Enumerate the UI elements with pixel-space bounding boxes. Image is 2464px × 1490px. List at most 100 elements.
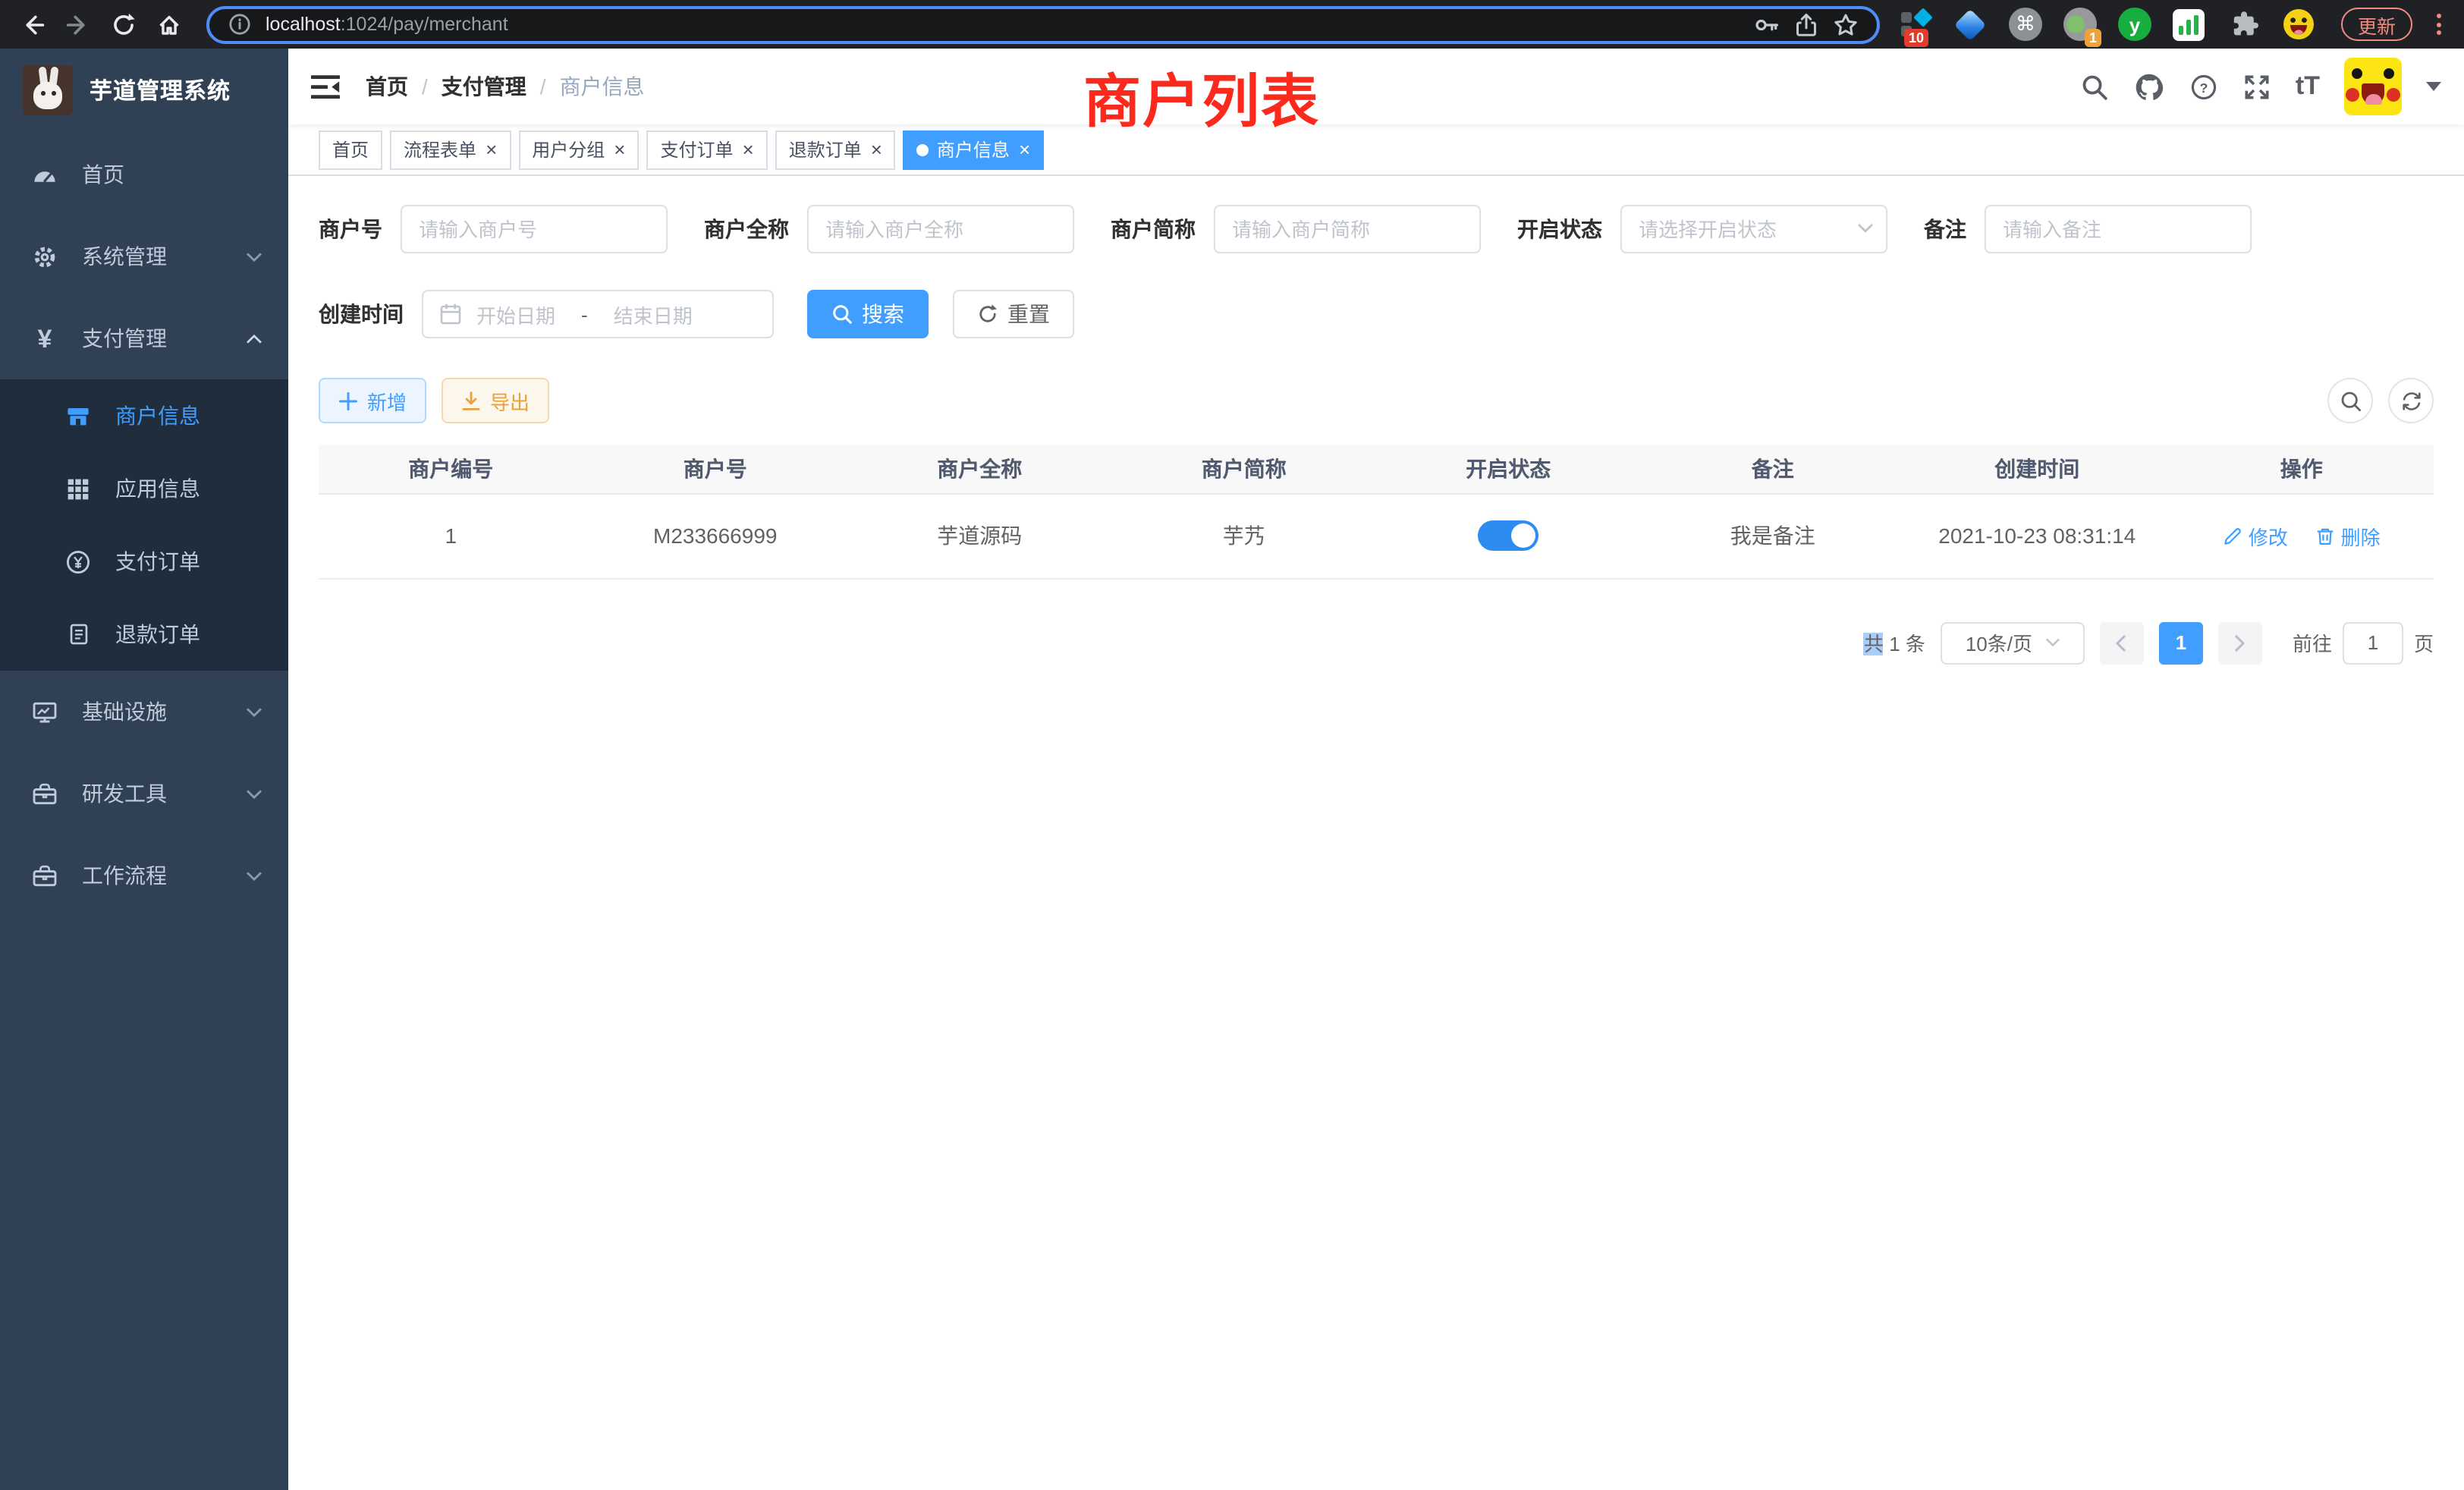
add-button[interactable]: 新增 (319, 378, 426, 423)
short-name-input[interactable] (1214, 205, 1481, 253)
status-select[interactable] (1620, 205, 1887, 253)
filter-form-row-1: 商户号 商户全称 商户简称 开启状态 (319, 205, 2434, 253)
status-select-input[interactable] (1620, 205, 1887, 253)
close-icon[interactable]: × (612, 140, 625, 159)
browser-reload-button[interactable] (103, 5, 143, 44)
home-icon (156, 11, 181, 37)
col-merchant-no: 商户号 (583, 445, 848, 493)
password-key-icon[interactable] (1754, 11, 1780, 37)
extension-command-icon[interactable]: ⌘ (2007, 6, 2044, 42)
extension-diamond-tiles-icon[interactable]: 10 (1898, 6, 1934, 42)
sidebar-item-payment[interactable]: ¥ 支付管理 (0, 297, 288, 379)
extension-badge: 1 (2085, 29, 2101, 47)
create-time-range-picker[interactable]: 开始日期 - 结束日期 (422, 290, 774, 338)
page-size-select[interactable]: 10条/页 (1941, 621, 2085, 664)
yen-icon: ¥ (30, 325, 59, 351)
active-tab-dot (917, 143, 929, 156)
sidebar-item-refund-orders[interactable]: 退款订单 (0, 598, 288, 671)
breadcrumb-home[interactable]: 首页 (366, 71, 408, 102)
breadcrumb: 首页 / 支付管理 / 商户信息 (366, 71, 645, 102)
search-icon[interactable] (2080, 72, 2109, 101)
reset-button[interactable]: 重置 (953, 290, 1074, 338)
search-icon (2339, 389, 2362, 412)
plus-icon (338, 391, 358, 410)
tab-merchant-info[interactable]: 商户信息 × (904, 130, 1044, 169)
bookmark-star-icon[interactable] (1833, 11, 1859, 37)
trash-icon (2315, 526, 2335, 545)
merchant-no-input[interactable] (401, 205, 668, 253)
full-name-label: 商户全称 (704, 214, 789, 244)
date-start-placeholder: 开始日期 (476, 300, 555, 328)
extension-gem-icon[interactable] (1953, 6, 1989, 42)
browser-back-button[interactable] (12, 5, 52, 44)
breadcrumb-current: 商户信息 (560, 71, 645, 102)
col-merchant-id: 商户编号 (319, 445, 583, 493)
cell-actions: 修改 删除 (2170, 493, 2434, 578)
sidebar-item-home[interactable]: 首页 (0, 134, 288, 215)
close-icon[interactable]: × (1017, 140, 1030, 159)
cell-short-name: 芋艿 (1112, 493, 1377, 578)
shop-icon (64, 403, 93, 429)
tab-user-group[interactable]: 用户分组 × (518, 130, 639, 169)
close-icon[interactable]: × (741, 140, 754, 159)
show-search-button[interactable] (2327, 378, 2373, 423)
full-name-input[interactable] (807, 205, 1074, 253)
browser-home-button[interactable] (149, 5, 188, 44)
refresh-icon (2400, 389, 2422, 412)
next-page-button[interactable] (2218, 621, 2262, 664)
browser-profile-avatar[interactable] (2280, 6, 2317, 42)
font-size-icon[interactable]: tT (2296, 71, 2320, 102)
url-bar[interactable]: localhost:1024/pay/merchant (206, 5, 1880, 43)
sidebar-logo[interactable]: 芋道管理系统 (0, 49, 288, 130)
edit-link[interactable]: 修改 (2223, 521, 2288, 550)
avatar-dropdown-caret[interactable] (2426, 82, 2441, 91)
tab-pay-orders[interactable]: 支付订单 × (646, 130, 767, 169)
short-name-label: 商户简称 (1111, 214, 1196, 244)
extension-chart-icon[interactable] (2171, 6, 2208, 42)
browser-forward-button[interactable] (58, 5, 97, 44)
sidebar-item-system[interactable]: 系统管理 (0, 215, 288, 297)
refresh-button[interactable] (2388, 378, 2434, 423)
pagination-total: 共 1 条 (1864, 628, 1925, 657)
tab-refund-orders[interactable]: 退款订单 × (775, 130, 896, 169)
sidebar-item-merchant-info[interactable]: 商户信息 (0, 379, 288, 452)
prev-page-button[interactable] (2100, 621, 2144, 664)
page-1-button[interactable]: 1 (2159, 621, 2203, 664)
status-toggle[interactable] (1478, 520, 1538, 551)
sidebar-item-app-info[interactable]: 应用信息 (0, 452, 288, 525)
chevron-right-icon (2234, 633, 2246, 652)
delete-link[interactable]: 删除 (2315, 521, 2381, 550)
extensions-puzzle-icon[interactable] (2226, 6, 2262, 42)
close-icon[interactable]: × (869, 140, 882, 159)
close-icon[interactable]: × (484, 140, 497, 159)
search-icon (831, 303, 853, 325)
document-icon (64, 622, 93, 646)
site-info-icon[interactable] (228, 12, 252, 36)
share-icon[interactable] (1793, 11, 1819, 37)
fullscreen-icon[interactable] (2242, 72, 2271, 101)
export-button[interactable]: 导出 (442, 378, 549, 423)
gear-icon (30, 244, 59, 269)
goto-page-input[interactable] (2343, 621, 2403, 664)
remark-label: 备注 (1924, 214, 1966, 244)
sidebar-item-workflow[interactable]: 工作流程 (0, 835, 288, 916)
remark-input[interactable] (1985, 205, 2252, 253)
github-icon[interactable] (2133, 71, 2165, 102)
browser-menu-kebab-icon[interactable] (2428, 14, 2449, 35)
extension-disc-icon[interactable]: 1 (2062, 6, 2098, 42)
cell-merchant-id: 1 (319, 493, 583, 578)
sidebar-collapse-button[interactable] (311, 74, 341, 99)
browser-update-button[interactable]: 更新 (2341, 8, 2412, 41)
extension-y-icon[interactable]: y (2117, 6, 2153, 42)
tab-home[interactable]: 首页 (319, 130, 382, 169)
pagination: 共 1 条 10条/页 1 前往 (319, 621, 2434, 664)
sidebar-item-dev-tools[interactable]: 研发工具 (0, 753, 288, 835)
search-button[interactable]: 搜索 (807, 290, 929, 338)
breadcrumb-payment[interactable]: 支付管理 (442, 71, 526, 102)
sidebar-item-infrastructure[interactable]: 基础设施 (0, 671, 288, 753)
tab-process-form[interactable]: 流程表单 × (390, 130, 511, 169)
help-icon[interactable]: ? (2189, 72, 2218, 101)
svg-text:?: ? (2199, 80, 2208, 95)
sidebar-item-pay-orders[interactable]: 支付订单 (0, 525, 288, 598)
user-avatar[interactable] (2344, 58, 2402, 115)
